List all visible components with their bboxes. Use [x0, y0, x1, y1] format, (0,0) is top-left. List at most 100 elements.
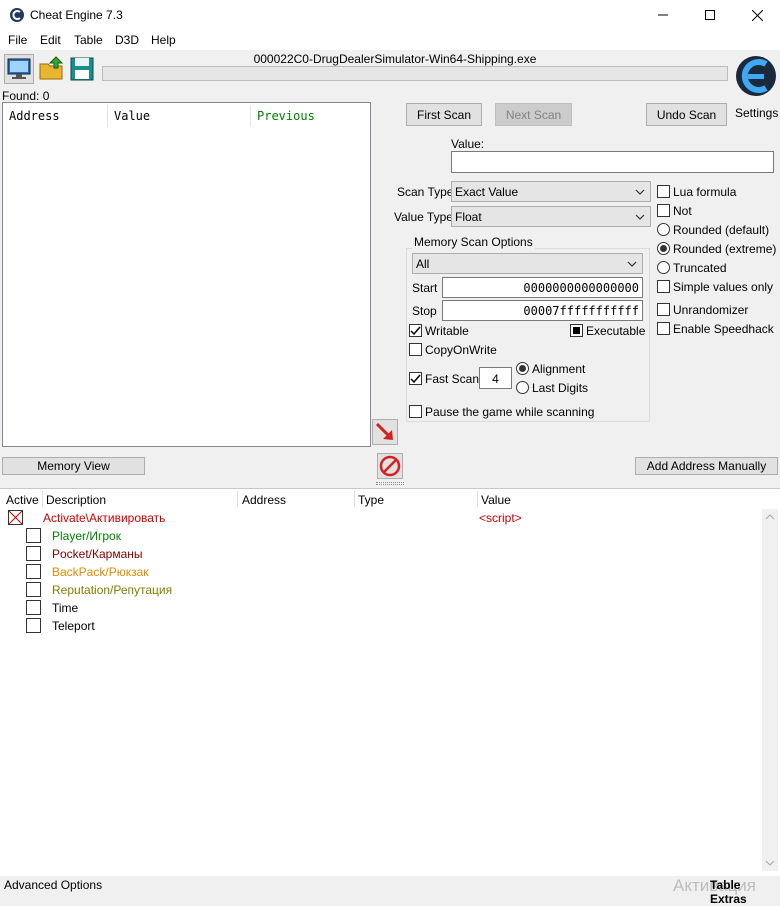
rounded-extreme-label: Rounded (extreme): [673, 242, 777, 256]
undo-scan-button[interactable]: Undo Scan: [646, 103, 727, 126]
rounded-default-radio[interactable]: [657, 223, 670, 236]
results-col-previous[interactable]: Previous: [257, 109, 315, 123]
truncated-radio[interactable]: [657, 261, 670, 274]
column-divider[interactable]: [107, 105, 108, 127]
lua-formula-label: Lua formula: [673, 185, 737, 199]
column-divider[interactable]: [250, 105, 251, 127]
writable-label: Writable: [425, 324, 469, 338]
scan-type-select[interactable]: Exact Value: [451, 181, 651, 202]
computer-icon: [7, 58, 31, 79]
table-row-description[interactable]: Activate\Активировать: [43, 511, 165, 525]
copy-on-write-checkbox[interactable]: [409, 343, 422, 356]
first-scan-button[interactable]: First Scan: [406, 103, 482, 126]
fast-scan-value-input[interactable]: 4: [479, 367, 512, 389]
rounded-extreme-radio[interactable]: [657, 242, 670, 255]
row-active-checkbox[interactable]: [26, 528, 41, 543]
alignment-label: Alignment: [532, 362, 586, 376]
row-active-checkbox[interactable]: [26, 546, 41, 561]
last-digits-radio[interactable]: [516, 381, 529, 394]
lua-formula-checkbox[interactable]: [657, 185, 670, 198]
scan-results-list[interactable]: Address Value Previous: [2, 102, 371, 447]
alignment-radio[interactable]: [516, 362, 529, 375]
splitter-handle[interactable]: [376, 482, 404, 485]
stop-button[interactable]: [377, 453, 403, 479]
value-label: Value:: [451, 137, 485, 151]
chevron-up-icon[interactable]: [765, 512, 775, 522]
table-row-description[interactable]: Teleport: [52, 619, 95, 633]
cheat-engine-logo[interactable]: Settings: [730, 50, 780, 120]
memory-region-select[interactable]: All: [412, 253, 643, 274]
executable-label: Executable: [586, 324, 646, 338]
advanced-options-link[interactable]: Advanced Options: [4, 878, 102, 892]
no-entry-icon: [379, 455, 401, 477]
indeterminate-mark: [573, 327, 580, 334]
open-file-button[interactable]: [37, 54, 67, 84]
column-divider[interactable]: [354, 491, 355, 507]
table-extras-link[interactable]: Table Extras: [710, 878, 780, 906]
row-active-checkbox[interactable]: [26, 600, 41, 615]
open-process-button[interactable]: [4, 54, 34, 84]
row-active-checkbox[interactable]: [8, 510, 23, 525]
table-row-description[interactable]: Time: [52, 601, 78, 615]
results-col-address[interactable]: Address: [9, 109, 60, 123]
table-col-description[interactable]: Description: [46, 493, 106, 507]
next-scan-button[interactable]: Next Scan: [495, 103, 572, 126]
table-row-value[interactable]: <script>: [479, 511, 522, 525]
table-row-description[interactable]: Player/Игрок: [52, 529, 121, 543]
table-col-address[interactable]: Address: [242, 493, 286, 507]
status-bar: Advanced Options Активация Table Extras: [0, 876, 780, 906]
table-row-description[interactable]: Pocket/Карманы: [52, 547, 143, 561]
not-checkbox[interactable]: [657, 204, 670, 217]
add-to-table-button[interactable]: [372, 419, 398, 445]
table-row-description[interactable]: BackPack/Рюкзак: [52, 565, 149, 579]
address-table[interactable]: Active Description Address Type Value Ac…: [0, 488, 780, 876]
cheat-engine-icon: [10, 8, 24, 22]
results-col-value[interactable]: Value: [114, 109, 150, 123]
chevron-down-icon: [635, 214, 645, 220]
chevron-down-icon[interactable]: [765, 858, 775, 868]
unrandomizer-checkbox[interactable]: [657, 303, 670, 316]
maximize-button[interactable]: [687, 0, 733, 30]
scan-type-label: Scan Type: [397, 185, 454, 199]
column-divider[interactable]: [42, 491, 43, 507]
close-button[interactable]: [734, 0, 780, 30]
memory-scan-options-title: Memory Scan Options: [412, 235, 535, 249]
executable-checkbox[interactable]: [570, 324, 583, 337]
menu-file[interactable]: File: [8, 33, 27, 47]
value-type-select[interactable]: Float: [451, 206, 651, 227]
table-col-value[interactable]: Value: [481, 493, 511, 507]
menu-edit[interactable]: Edit: [40, 33, 61, 47]
row-active-checkbox[interactable]: [26, 564, 41, 579]
simple-values-checkbox[interactable]: [657, 280, 670, 293]
speedhack-checkbox[interactable]: [657, 322, 670, 335]
memory-view-button[interactable]: Memory View: [2, 457, 145, 475]
column-divider[interactable]: [477, 491, 478, 507]
found-count: Found: 0: [2, 89, 50, 103]
column-divider[interactable]: [237, 491, 238, 507]
writable-checkbox[interactable]: [409, 324, 422, 337]
menu-d3d[interactable]: D3D: [115, 33, 139, 47]
truncated-label: Truncated: [673, 261, 727, 275]
table-row-description[interactable]: Reputation/Репутация: [52, 583, 172, 597]
add-address-manually-button[interactable]: Add Address Manually: [635, 457, 778, 475]
fast-scan-checkbox[interactable]: [409, 372, 422, 385]
stop-address-input[interactable]: 00007fffffffffff: [442, 300, 643, 321]
rounded-default-label: Rounded (default): [673, 223, 770, 237]
value-input[interactable]: [451, 151, 774, 173]
pause-game-checkbox[interactable]: [409, 405, 422, 418]
title-bar[interactable]: Cheat Engine 7.3: [0, 0, 780, 30]
check-icon: [410, 374, 421, 384]
row-active-checkbox[interactable]: [26, 582, 41, 597]
minimize-button[interactable]: [640, 0, 686, 30]
table-col-active[interactable]: Active: [6, 493, 39, 507]
row-active-checkbox[interactable]: [26, 618, 41, 633]
menu-help[interactable]: Help: [151, 33, 176, 47]
vertical-scrollbar[interactable]: [762, 509, 778, 871]
menu-table[interactable]: Table: [74, 33, 103, 47]
save-button[interactable]: [67, 54, 97, 84]
last-digits-label: Last Digits: [532, 381, 589, 395]
start-address-input[interactable]: 0000000000000000: [442, 277, 643, 298]
table-col-type[interactable]: Type: [358, 493, 384, 507]
settings-label[interactable]: Settings: [735, 106, 778, 120]
unrandomizer-label: Unrandomizer: [673, 303, 749, 317]
